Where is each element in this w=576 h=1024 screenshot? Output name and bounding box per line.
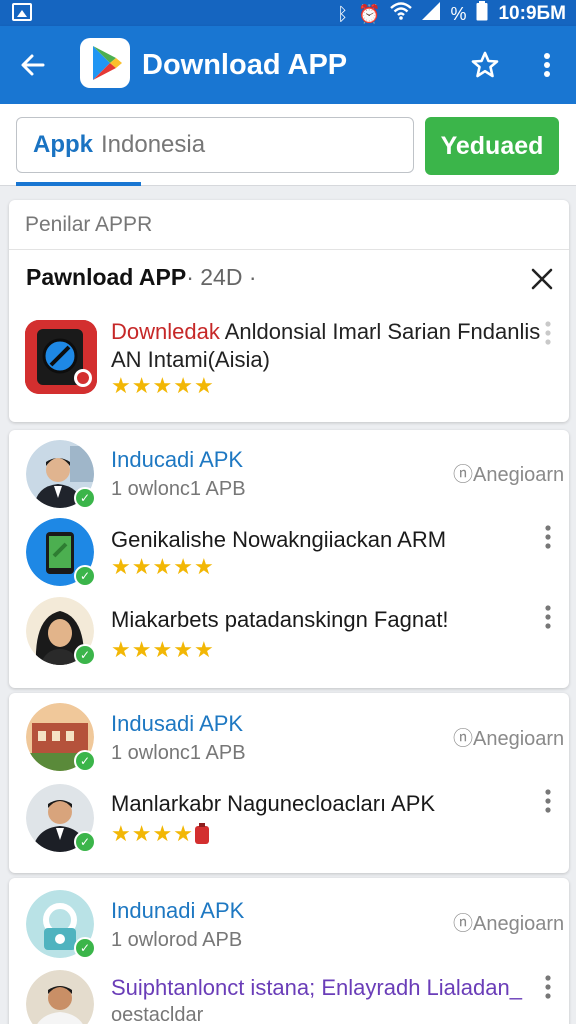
search-chip: Appk [33, 131, 93, 158]
app-bar: Download APP [0, 26, 576, 104]
rating-stars: ★ ★ ★ ★ ★ [111, 375, 214, 397]
source-label: ⓝAnegioarn [453, 913, 565, 935]
app-title[interactable]: Downledak Anldonsial Imarl Sarian Fndanl… [111, 318, 541, 374]
star-icon: ★ [173, 554, 193, 579]
status-bar: ᛒ ⏰ % 10:9БМ [0, 0, 576, 26]
featured-card: Penilar APPR Pawnload APP· 24D · Downled… [9, 200, 569, 422]
rating-stars: ★ ★ ★ ★ [111, 823, 210, 849]
row-title[interactable]: Inducadi APK [111, 447, 243, 473]
search-button[interactable]: Yeduaed [425, 117, 559, 175]
more-vert-icon[interactable] [530, 48, 564, 82]
clock: 10:9БМ [498, 2, 566, 24]
search-input[interactable]: Appk Indonesia [16, 117, 414, 173]
source-label: ⓝAnegioarn [453, 464, 565, 486]
bluetooth-icon: ᛒ [337, 3, 349, 24]
page-title: Download APP [142, 49, 348, 81]
wifi-icon [390, 2, 413, 25]
active-tab-indicator [16, 182, 141, 186]
star-icon: ★ [193, 637, 214, 662]
star-icon: ★ [131, 637, 152, 662]
avatar[interactable]: ✓ [26, 440, 96, 509]
star-icon: ★ [152, 637, 173, 662]
avatar[interactable]: ✓ [26, 597, 96, 666]
search-row: Appk Indonesia Yeduaed [0, 104, 576, 186]
avatar[interactable]: ✓ [26, 518, 96, 587]
row-title[interactable]: Indusadi APK [111, 711, 243, 737]
battery-percent: % [450, 3, 467, 24]
avatar[interactable]: ✓ [26, 703, 96, 772]
apk-card-1: ✓ Inducadi APK 1 owlonc1 APB ⓝAnegioarn … [9, 430, 569, 688]
star-icon: ★ [131, 373, 152, 398]
star-icon: ★ [173, 373, 193, 398]
avatar[interactable]: ✓ [26, 784, 96, 853]
row-subtitle: 1 owlonc1 APB [111, 742, 246, 764]
more-vert-icon[interactable] [543, 974, 553, 1000]
star-icon: ★ [193, 554, 214, 579]
app-title-highlight: Downledak [111, 319, 220, 344]
battery-icon [476, 1, 488, 26]
card-header: Penilar APPR [9, 200, 569, 250]
star-icon: ★ [111, 637, 131, 662]
source-label: ⓝAnegioarn [453, 728, 565, 750]
tag-icon [194, 823, 210, 849]
play-store-logo-icon [80, 38, 130, 88]
more-vert-icon[interactable] [543, 788, 553, 814]
star-outline-icon[interactable] [468, 48, 502, 82]
star-icon: ★ [131, 821, 152, 846]
apk-card-2: ✓ Indusadi APK 1 owlonc1 APB ⓝAnegioarn … [9, 693, 569, 873]
star-icon: ★ [111, 554, 131, 579]
star-icon: ★ [131, 554, 152, 579]
avatar[interactable] [26, 970, 94, 1024]
star-icon: ★ [111, 373, 131, 398]
star-icon: ★ [173, 821, 193, 846]
card-meta: · 24D · [186, 264, 257, 290]
verified-check-icon: ✓ [74, 487, 96, 509]
app-icon[interactable] [25, 320, 97, 394]
avatar[interactable]: ✓ [26, 890, 96, 959]
search-value: Indonesia [101, 131, 206, 158]
verified-check-icon: ✓ [74, 750, 96, 772]
alarm-icon: ⏰ [358, 3, 381, 24]
star-icon: ★ [111, 821, 131, 846]
verified-check-icon: ✓ [74, 831, 96, 853]
gallery-icon [12, 3, 32, 21]
star-icon: ★ [193, 373, 214, 398]
signal-icon [422, 2, 441, 25]
verified-check-icon: ✓ [74, 644, 96, 666]
rating-stars: ★ ★ ★ ★ ★ [111, 639, 214, 661]
more-vert-icon[interactable] [543, 524, 553, 550]
star-icon: ★ [152, 554, 173, 579]
verified-check-icon: ✓ [74, 937, 96, 959]
row-subtitle: oestacldar [111, 1004, 204, 1024]
close-icon[interactable] [529, 266, 555, 292]
row-title[interactable]: Genikalishe Nowakngiiackan ARM [111, 527, 446, 553]
row-subtitle: 1 owlonc1 APB [111, 478, 246, 500]
apk-card-3: ✓ Indunadi APK 1 owlorod APB ⓝAnegioarn … [9, 878, 569, 1024]
row-title[interactable]: Suiphtanlonct istana; Enlayradh Lialadan… [111, 975, 522, 1001]
star-icon: ★ [152, 821, 173, 846]
star-icon: ★ [152, 373, 173, 398]
back-arrow-icon[interactable] [16, 48, 50, 82]
star-icon: ★ [173, 637, 193, 662]
row-title[interactable]: Indunadi APK [111, 898, 244, 924]
more-vert-icon[interactable] [543, 320, 553, 346]
rating-stars: ★ ★ ★ ★ ★ [111, 556, 214, 578]
card-title: Pawnload APP [26, 264, 187, 290]
verified-check-icon: ✓ [74, 565, 96, 587]
card-subtitle: Pawnload APP· 24D · [26, 264, 256, 291]
row-title[interactable]: Manlarkabr Nagunecloacları APK [111, 791, 435, 817]
row-subtitle: 1 owlorod APB [111, 929, 243, 951]
more-vert-icon[interactable] [543, 604, 553, 630]
row-title[interactable]: Miakarbets patadanskingn Fagnat! [111, 607, 449, 633]
